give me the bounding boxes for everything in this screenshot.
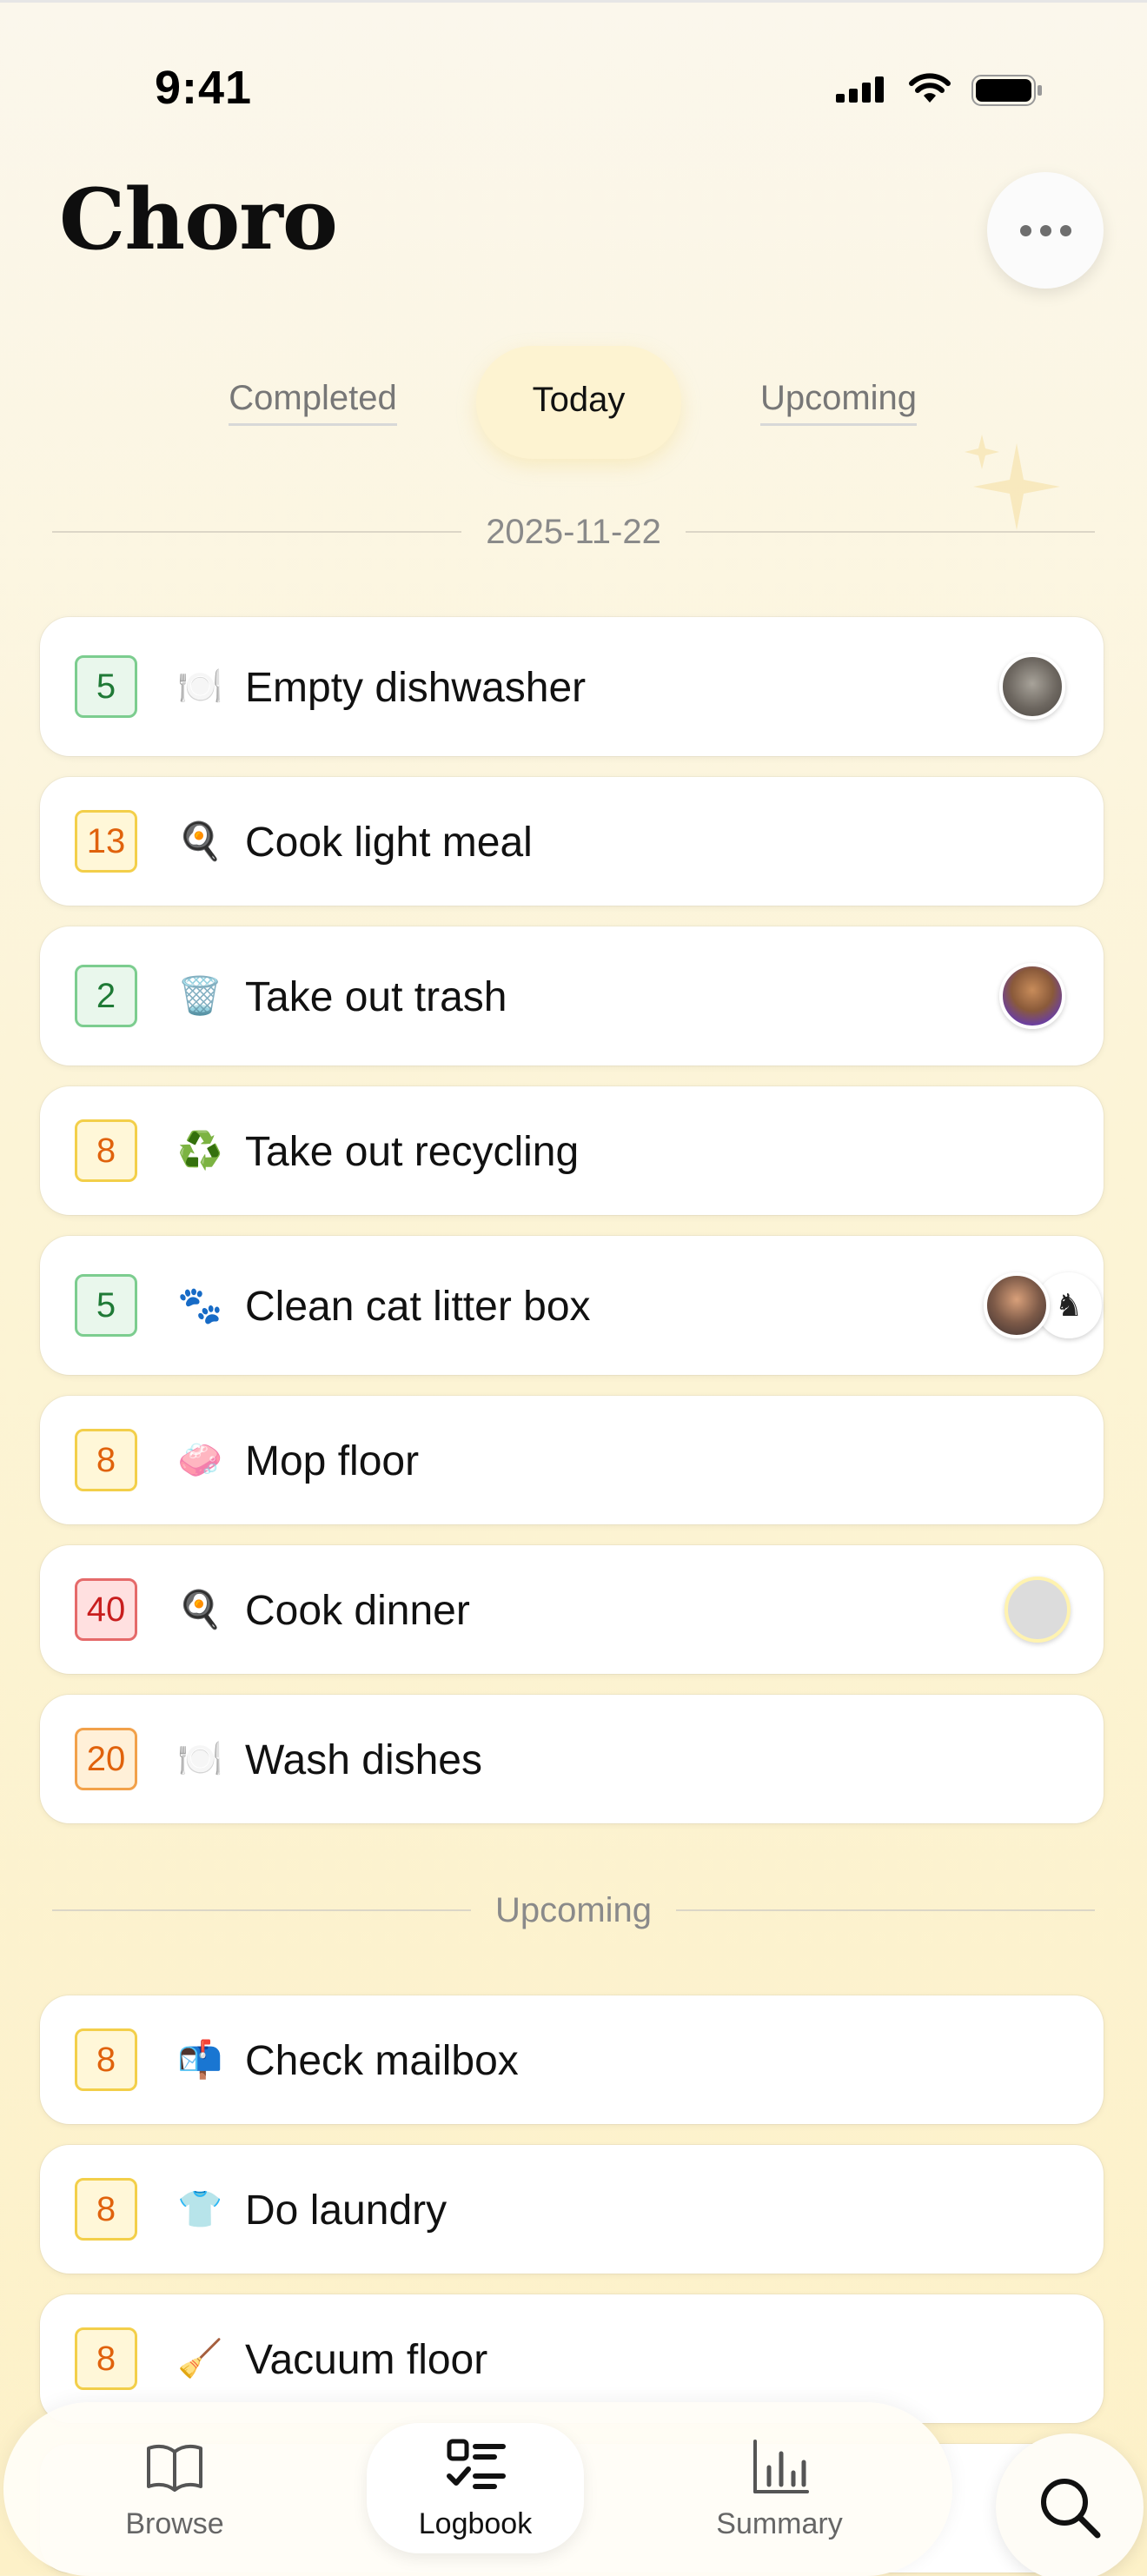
nav-logbook[interactable]: Logbook: [367, 2423, 584, 2553]
points-badge: 20: [75, 1728, 137, 1790]
points-badge: 5: [75, 1274, 137, 1337]
mailbox-icon: 📬: [177, 2039, 223, 2080]
chore-title: Check mailbox: [245, 2038, 519, 2084]
chore-card-clean-cat-litter-box[interactable]: 5 🐾 Clean cat litter box ♞: [40, 1236, 1104, 1375]
chore-title: Vacuum floor: [245, 2337, 488, 2383]
nav-browse-label: Browse: [125, 2506, 224, 2540]
chore-card-take-out-recycling[interactable]: 8 ♻️ Take out recycling: [40, 1086, 1104, 1215]
tab-completed-label: Completed: [229, 379, 397, 426]
bar-chart-icon: [753, 2439, 809, 2493]
tab-completed[interactable]: Completed: [200, 346, 426, 459]
assignee-avatar[interactable]: [999, 963, 1065, 1029]
divider-line: [685, 531, 1096, 533]
upcoming-divider: Upcoming: [52, 1884, 1096, 1936]
chore-title: Take out trash: [245, 974, 507, 1020]
battery-icon: [971, 75, 1042, 106]
app-title: Choro: [59, 170, 338, 269]
cellular-signal-icon: [836, 76, 884, 103]
frying-pan-icon: 🍳: [177, 820, 223, 861]
more-options-button[interactable]: [987, 172, 1104, 289]
chore-title: Empty dishwasher: [245, 665, 587, 711]
checklist-icon: [447, 2439, 506, 2489]
tab-today[interactable]: Today: [476, 346, 681, 459]
soap-icon: 🧼: [177, 1439, 223, 1480]
points-badge: 8: [75, 2327, 137, 2390]
tab-today-label: Today: [532, 380, 626, 419]
chore-title: Mop floor: [245, 1438, 420, 1484]
nav-browse[interactable]: Browse: [66, 2423, 283, 2553]
chore-card-cook-light-meal[interactable]: 13 🍳 Cook light meal: [40, 777, 1104, 906]
ellipsis-icon: [1019, 224, 1031, 236]
search-icon: [1041, 2479, 1101, 2539]
frying-pan-icon: 🍳: [177, 1589, 223, 1630]
book-icon: [147, 2444, 202, 2492]
assignee-avatar[interactable]: [999, 654, 1065, 720]
points-badge: 5: [75, 655, 137, 718]
chore-card-check-mailbox[interactable]: 8 📬 Check mailbox: [40, 1995, 1104, 2124]
chore-card-take-out-trash[interactable]: 2 🗑️ Take out trash: [40, 926, 1104, 1066]
ellipsis-dot: [1039, 224, 1051, 236]
points-badge: 13: [75, 810, 137, 873]
assignee-avatar[interactable]: [984, 1272, 1050, 1338]
chore-title: Cook light meal: [245, 820, 533, 866]
wifi-icon: [909, 73, 951, 103]
unassigned-avatar[interactable]: [1004, 1577, 1071, 1643]
status-bar: 9:41: [0, 61, 1147, 114]
plate-icon: 🍽️: [177, 666, 223, 707]
divider-line: [676, 1909, 1096, 1911]
chore-title: Do laundry: [245, 2188, 448, 2234]
chore-title: Take out recycling: [245, 1129, 580, 1175]
tab-upcoming[interactable]: Upcoming: [739, 346, 938, 459]
search-button[interactable]: [996, 2433, 1144, 2576]
nav-logbook-label: Logbook: [418, 2506, 533, 2540]
bottom-navigation: Browse Logbook Summary: [3, 2402, 952, 2576]
chore-card-mop-floor[interactable]: 8 🧼 Mop floor: [40, 1396, 1104, 1524]
paw-icon: 🐾: [177, 1285, 223, 1325]
upcoming-section-label: Upcoming: [494, 1890, 653, 1929]
tab-upcoming-label: Upcoming: [759, 379, 918, 426]
chore-card-wash-dishes[interactable]: 20 🍽️ Wash dishes: [40, 1695, 1104, 1823]
points-badge: 2: [75, 965, 137, 1027]
recycle-icon: ♻️: [177, 1130, 223, 1171]
points-badge: 8: [75, 1119, 137, 1182]
chore-card-empty-dishwasher[interactable]: 5 🍽️ Empty dishwasher: [40, 617, 1104, 756]
status-time: 9:41: [155, 62, 253, 114]
ellipsis-dot: [1059, 224, 1071, 236]
date-divider: 2025-11-22: [52, 506, 1096, 558]
chore-title: Clean cat litter box: [245, 1284, 591, 1330]
nav-summary-label: Summary: [716, 2506, 843, 2540]
divider-line: [52, 531, 462, 533]
today-date-label: 2025-11-22: [486, 512, 661, 551]
chore-title: Cook dinner: [245, 1588, 470, 1634]
chore-title: Wash dishes: [245, 1737, 482, 1783]
broom-icon: 🧹: [177, 2338, 223, 2379]
top-border: [0, 0, 1147, 3]
points-badge: 40: [75, 1578, 137, 1641]
shirt-icon: 👕: [177, 2188, 223, 2229]
plate-icon: 🍽️: [177, 1738, 223, 1779]
chore-card-do-laundry[interactable]: 8 👕 Do laundry: [40, 2145, 1104, 2274]
divider-line: [52, 1909, 471, 1911]
trash-can-icon: 🗑️: [177, 975, 223, 1016]
points-badge: 8: [75, 2178, 137, 2241]
nav-summary[interactable]: Summary: [671, 2423, 888, 2553]
chore-card-cook-dinner[interactable]: 40 🍳 Cook dinner: [40, 1545, 1104, 1674]
points-badge: 8: [75, 2028, 137, 2091]
points-badge: 8: [75, 1429, 137, 1491]
